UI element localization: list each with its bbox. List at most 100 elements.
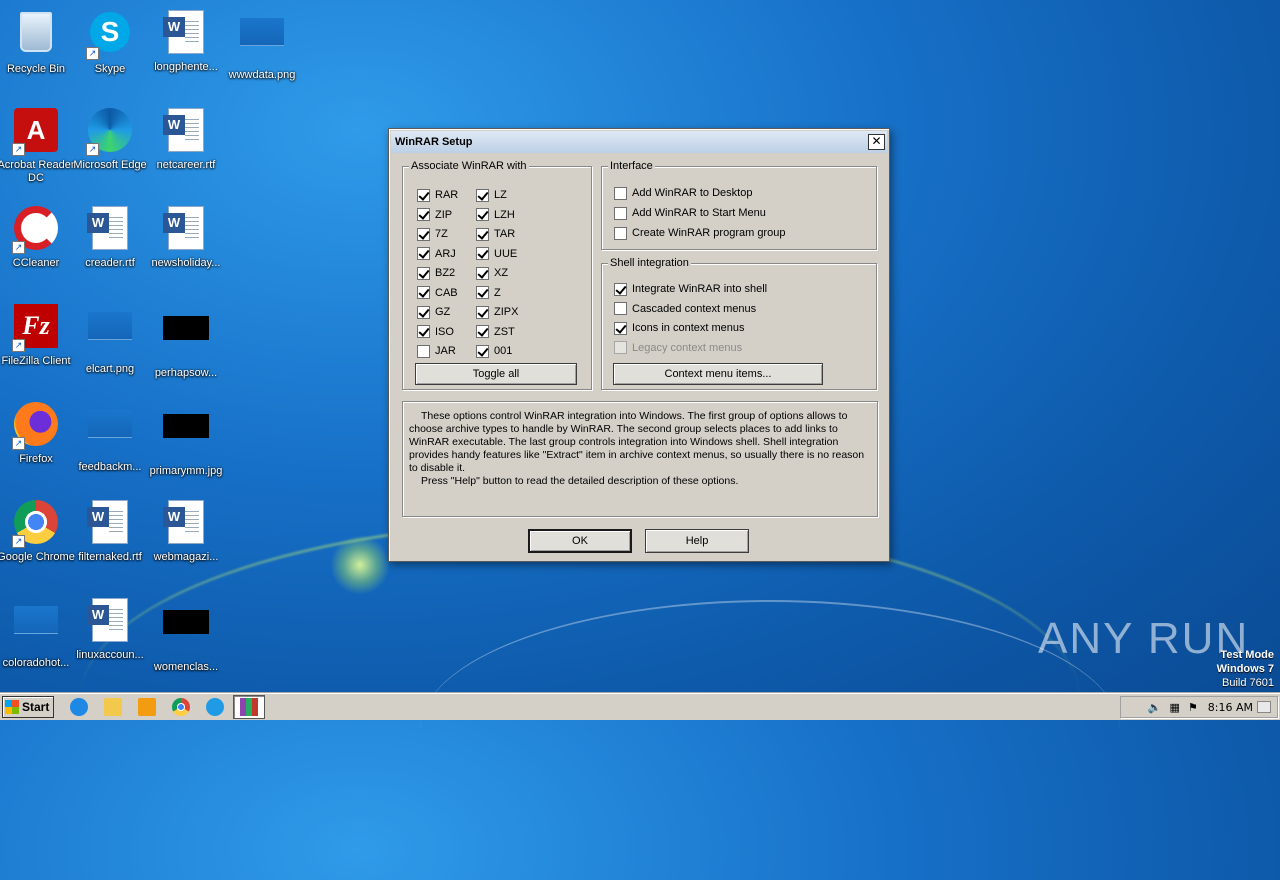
toggle-all-button[interactable]: Toggle all bbox=[415, 363, 577, 385]
checkbox-z[interactable]: Z bbox=[476, 285, 501, 301]
checkbox-001[interactable]: 001 bbox=[476, 343, 512, 359]
volume-icon[interactable]: 🔈 bbox=[1148, 701, 1162, 714]
checkbox-bz2[interactable]: BZ2 bbox=[417, 265, 455, 281]
clock[interactable]: 8:16 AM bbox=[1208, 701, 1253, 714]
start-button[interactable]: Start bbox=[2, 696, 54, 718]
description-paragraph: These options control WinRAR integration… bbox=[409, 410, 865, 474]
network-icon[interactable]: ▦ bbox=[1170, 701, 1180, 714]
winrar-icon[interactable] bbox=[240, 698, 258, 716]
checkbox-label: LZ bbox=[494, 189, 507, 201]
desktop-icon[interactable]: Wnetcareer.rtf bbox=[146, 106, 226, 172]
checkbox-jar[interactable]: JAR bbox=[417, 343, 456, 359]
desktop-icon-label: womenclas... bbox=[153, 661, 219, 673]
desktop-icon[interactable]: primarymm.jpg bbox=[146, 400, 226, 478]
help-button[interactable]: Help bbox=[645, 529, 749, 553]
desktop-icon[interactable]: ↗ Microsoft Edge bbox=[70, 106, 150, 172]
checkbox-label: UUE bbox=[494, 247, 518, 260]
shortcut-arrow-icon: ↗ bbox=[12, 437, 25, 450]
desktop-icon[interactable]: Wlinuxaccoun... bbox=[70, 596, 150, 662]
desktop-icon-label: webmagazi... bbox=[153, 551, 219, 563]
checkbox-cab[interactable]: CAB bbox=[417, 285, 458, 301]
checkbox-7z[interactable]: 7Z bbox=[417, 226, 448, 242]
shell-integration-group-title: Shell integration bbox=[608, 256, 691, 270]
checkmark-icon bbox=[476, 266, 489, 280]
media-player-icon[interactable] bbox=[138, 698, 156, 716]
desktop-icon[interactable]: S ↗ Skype bbox=[70, 8, 150, 76]
desktop-icon[interactable]: Wfilternaked.rtf bbox=[70, 498, 150, 564]
checkbox-box bbox=[614, 341, 627, 354]
ok-button[interactable]: OK bbox=[528, 529, 632, 553]
ie-icon[interactable] bbox=[70, 698, 88, 716]
desktop-icon[interactable]: coloradohot... bbox=[0, 596, 76, 670]
checkbox-uue[interactable]: UUE bbox=[476, 246, 517, 262]
recycle-bin-icon bbox=[12, 12, 60, 60]
checkmark-icon bbox=[476, 188, 489, 202]
explorer-icon[interactable] bbox=[104, 698, 122, 716]
desktop-icon[interactable]: Wcreader.rtf bbox=[70, 204, 150, 270]
desktop-icon[interactable]: Fz ↗ FileZilla Client bbox=[0, 302, 76, 368]
word-doc-icon: W bbox=[86, 206, 134, 254]
chrome-icon[interactable] bbox=[172, 698, 190, 716]
dialog-title: WinRAR Setup bbox=[395, 136, 473, 148]
firefox-icon: ↗ bbox=[12, 402, 60, 450]
checkmark-icon bbox=[476, 247, 489, 260]
checkbox-gz[interactable]: GZ bbox=[417, 304, 450, 320]
dialog-titlebar[interactable]: WinRAR Setup ✕ bbox=[391, 131, 887, 153]
desktop-icon[interactable]: womenclas... bbox=[146, 596, 226, 674]
checkbox-iso[interactable]: ISO bbox=[417, 324, 454, 340]
black-thumbnail-icon bbox=[162, 316, 210, 364]
image-file-icon bbox=[12, 606, 60, 654]
checkbox-add-winrar-to-desktop[interactable]: Add WinRAR to Desktop bbox=[614, 185, 752, 201]
checkmark-icon bbox=[476, 208, 489, 221]
checkbox-zip[interactable]: ZIP bbox=[417, 207, 452, 223]
test-mode-line: Test Mode bbox=[1220, 649, 1274, 661]
show-desktop-icon[interactable] bbox=[1257, 701, 1271, 713]
checkbox-integrate-winrar-into-shell[interactable]: Integrate WinRAR into shell bbox=[614, 281, 767, 297]
desktop-icon[interactable]: feedbackm... bbox=[70, 400, 150, 474]
checkbox-label: ZIP bbox=[435, 208, 453, 221]
shortcut-arrow-icon: ↗ bbox=[12, 535, 25, 548]
desktop-icon-label: linuxaccoun... bbox=[76, 649, 144, 661]
desktop-icon-label: Recycle Bin bbox=[6, 63, 66, 75]
checkbox-zst[interactable]: ZST bbox=[476, 324, 515, 340]
desktop-icon[interactable]: elcart.png bbox=[70, 302, 150, 376]
edge-icon[interactable] bbox=[206, 698, 224, 716]
desktop-icon[interactable]: ↗ CCleaner bbox=[0, 204, 76, 270]
start-label: Start bbox=[22, 700, 50, 714]
desktop-icon[interactable]: Wnewsholiday... bbox=[146, 204, 226, 270]
flag-icon[interactable]: ⚑ bbox=[1188, 701, 1198, 714]
desktop-icon[interactable]: Recycle Bin bbox=[0, 8, 76, 76]
checkbox-lz[interactable]: LZ bbox=[476, 187, 507, 203]
desktop-icon[interactable]: ↗ Firefox bbox=[0, 400, 76, 466]
test-mode-label: Test Mode Windows 7 Build 7601 bbox=[1217, 648, 1274, 690]
context-menu-items-button[interactable]: Context menu items... bbox=[613, 363, 823, 385]
checkbox-arj[interactable]: ARJ bbox=[417, 246, 456, 262]
checkbox-rar[interactable]: RAR bbox=[417, 187, 458, 203]
checkbox-zipx[interactable]: ZIPX bbox=[476, 304, 518, 320]
checkbox-create-winrar-program-group[interactable]: Create WinRAR program group bbox=[614, 225, 785, 241]
checkbox-add-winrar-to-start-menu[interactable]: Add WinRAR to Start Menu bbox=[614, 205, 766, 221]
checkmark-icon bbox=[417, 305, 430, 319]
checkbox-lzh[interactable]: LZH bbox=[476, 207, 515, 223]
image-file-icon bbox=[86, 312, 134, 360]
checkbox-label: GZ bbox=[435, 306, 451, 318]
wallpaper-streak bbox=[420, 600, 1120, 860]
desktop-icon[interactable]: perhapsow... bbox=[146, 302, 226, 380]
interface-group-title: Interface bbox=[608, 159, 655, 173]
checkmark-icon bbox=[614, 282, 627, 296]
ccleaner-icon: ↗ bbox=[12, 206, 60, 254]
taskbar: Start 🔈 ▦ ⚑ 8:16 AM bbox=[0, 693, 1280, 720]
checkbox-label: Add WinRAR to Desktop bbox=[632, 187, 753, 199]
checkbox-icons-in-context-menus[interactable]: Icons in context menus bbox=[614, 320, 745, 336]
checkbox-tar[interactable]: TAR bbox=[476, 226, 515, 242]
checkbox-xz[interactable]: XZ bbox=[476, 265, 508, 281]
desktop-icon[interactable]: A ↗ Acrobat Reader DC bbox=[0, 106, 76, 185]
desktop-icon[interactable]: Wwebmagazi... bbox=[146, 498, 226, 564]
winrar-setup-dialog: WinRAR Setup ✕ Associate WinRAR with RAR… bbox=[388, 128, 890, 562]
shortcut-arrow-icon: ↗ bbox=[86, 143, 99, 156]
desktop-icon[interactable]: ↗ Google Chrome bbox=[0, 498, 76, 564]
desktop-icon[interactable]: wwwdata.png bbox=[222, 8, 302, 82]
desktop-icon[interactable]: Wlongphente... bbox=[146, 8, 226, 74]
close-button[interactable]: ✕ bbox=[868, 134, 885, 150]
checkbox-cascaded-context-menus[interactable]: Cascaded context menus bbox=[614, 301, 756, 317]
